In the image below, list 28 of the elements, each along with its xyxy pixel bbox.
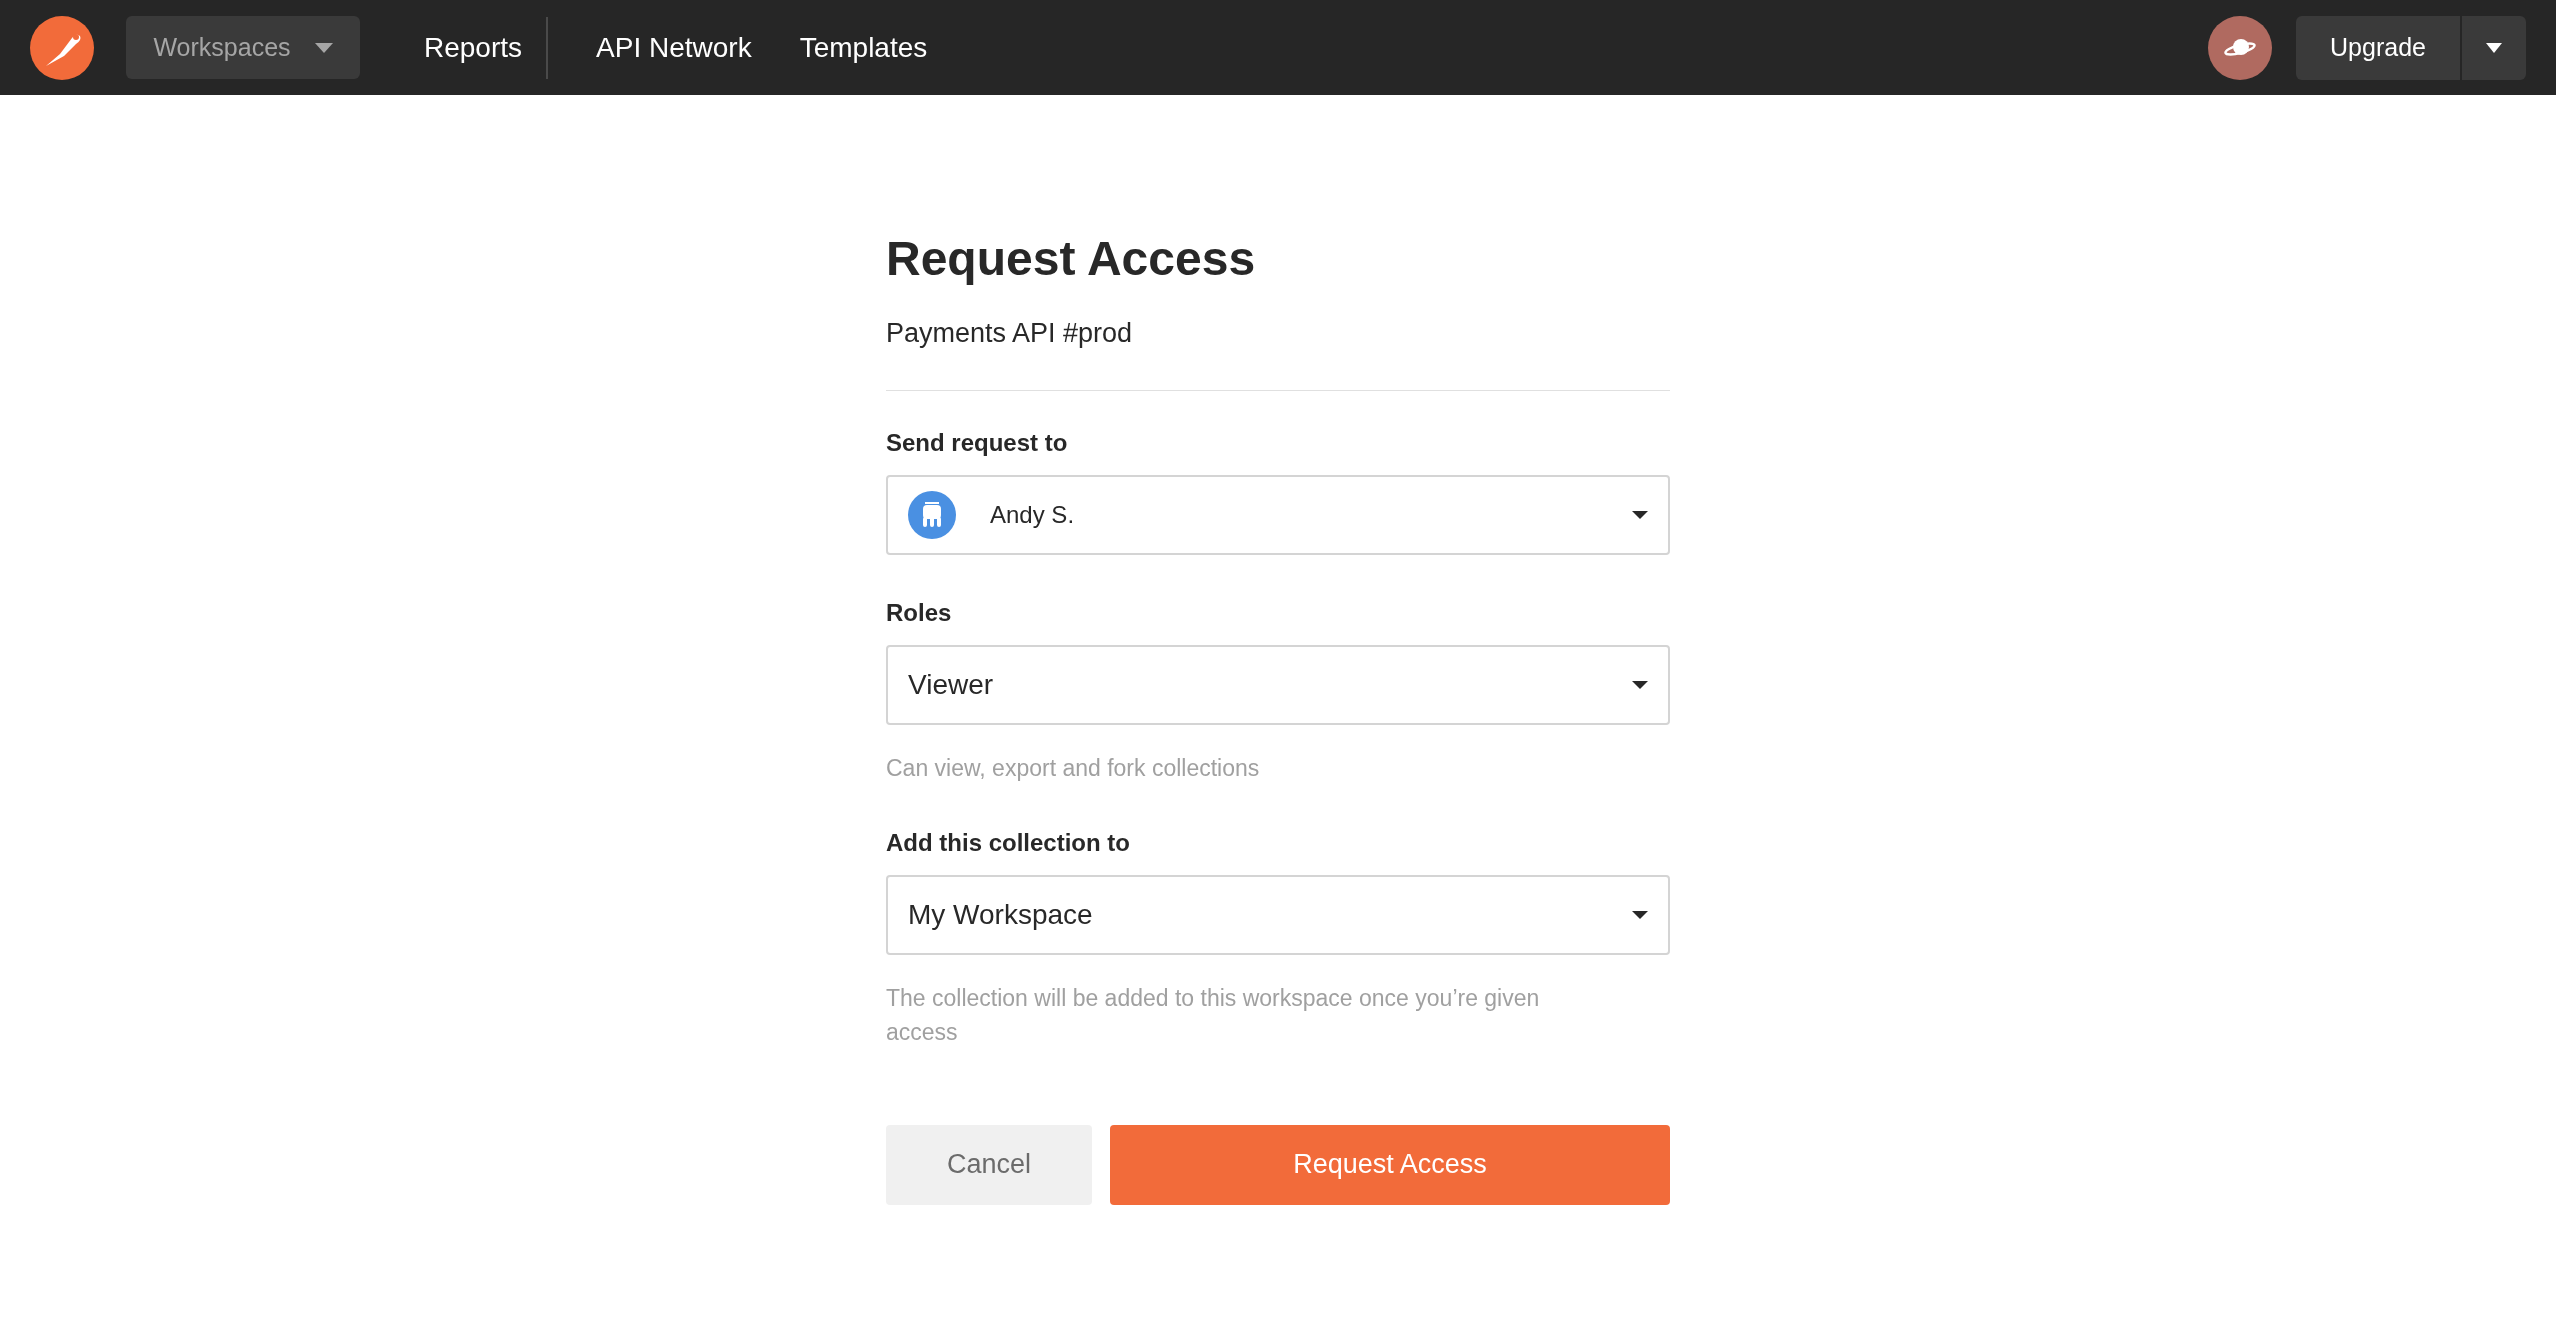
field-label: Roles [886, 597, 953, 628]
nav-link[interactable]: Reports [400, 16, 549, 79]
recipient-dropdown[interactable]: Andy S. [886, 474, 1670, 555]
caret-icon [1632, 910, 1648, 919]
user-avatar-icon [908, 490, 956, 539]
cancel-button[interactable]: Cancel [886, 1124, 1092, 1205]
field-label: Add this collection to [886, 827, 1131, 858]
select-field[interactable]: Viewer [886, 644, 1670, 725]
upgrade-menu-button[interactable] [2462, 15, 2526, 80]
collection-name: Payments API #prod [886, 317, 1134, 350]
selected-value: My Workspace [908, 897, 1093, 932]
workspaces-dropdown[interactable]: Workspaces [126, 16, 360, 79]
field-label: Send request to [886, 427, 1069, 458]
caret-icon [2486, 42, 2502, 53]
logo-icon[interactable] [30, 15, 94, 80]
nav-link[interactable]: Templates [775, 16, 952, 79]
page-title: Request Access [886, 231, 1257, 287]
recipient-name: Andy S. [990, 499, 1075, 530]
caret-icon [314, 42, 333, 53]
avatar-icon[interactable] [2208, 15, 2272, 80]
help-text: Can view, export and fork collections [886, 753, 1261, 783]
caret-icon [1632, 510, 1648, 519]
select-field[interactable]: My Workspace [886, 874, 1670, 955]
nav-link[interactable]: API Network [572, 16, 776, 79]
caret-icon [1632, 680, 1648, 689]
upgrade-button[interactable]: Upgrade [2296, 15, 2460, 80]
selected-value: Viewer [908, 667, 994, 702]
help-text: The collection will be added to this workspace once you’re given access [886, 983, 1541, 1047]
